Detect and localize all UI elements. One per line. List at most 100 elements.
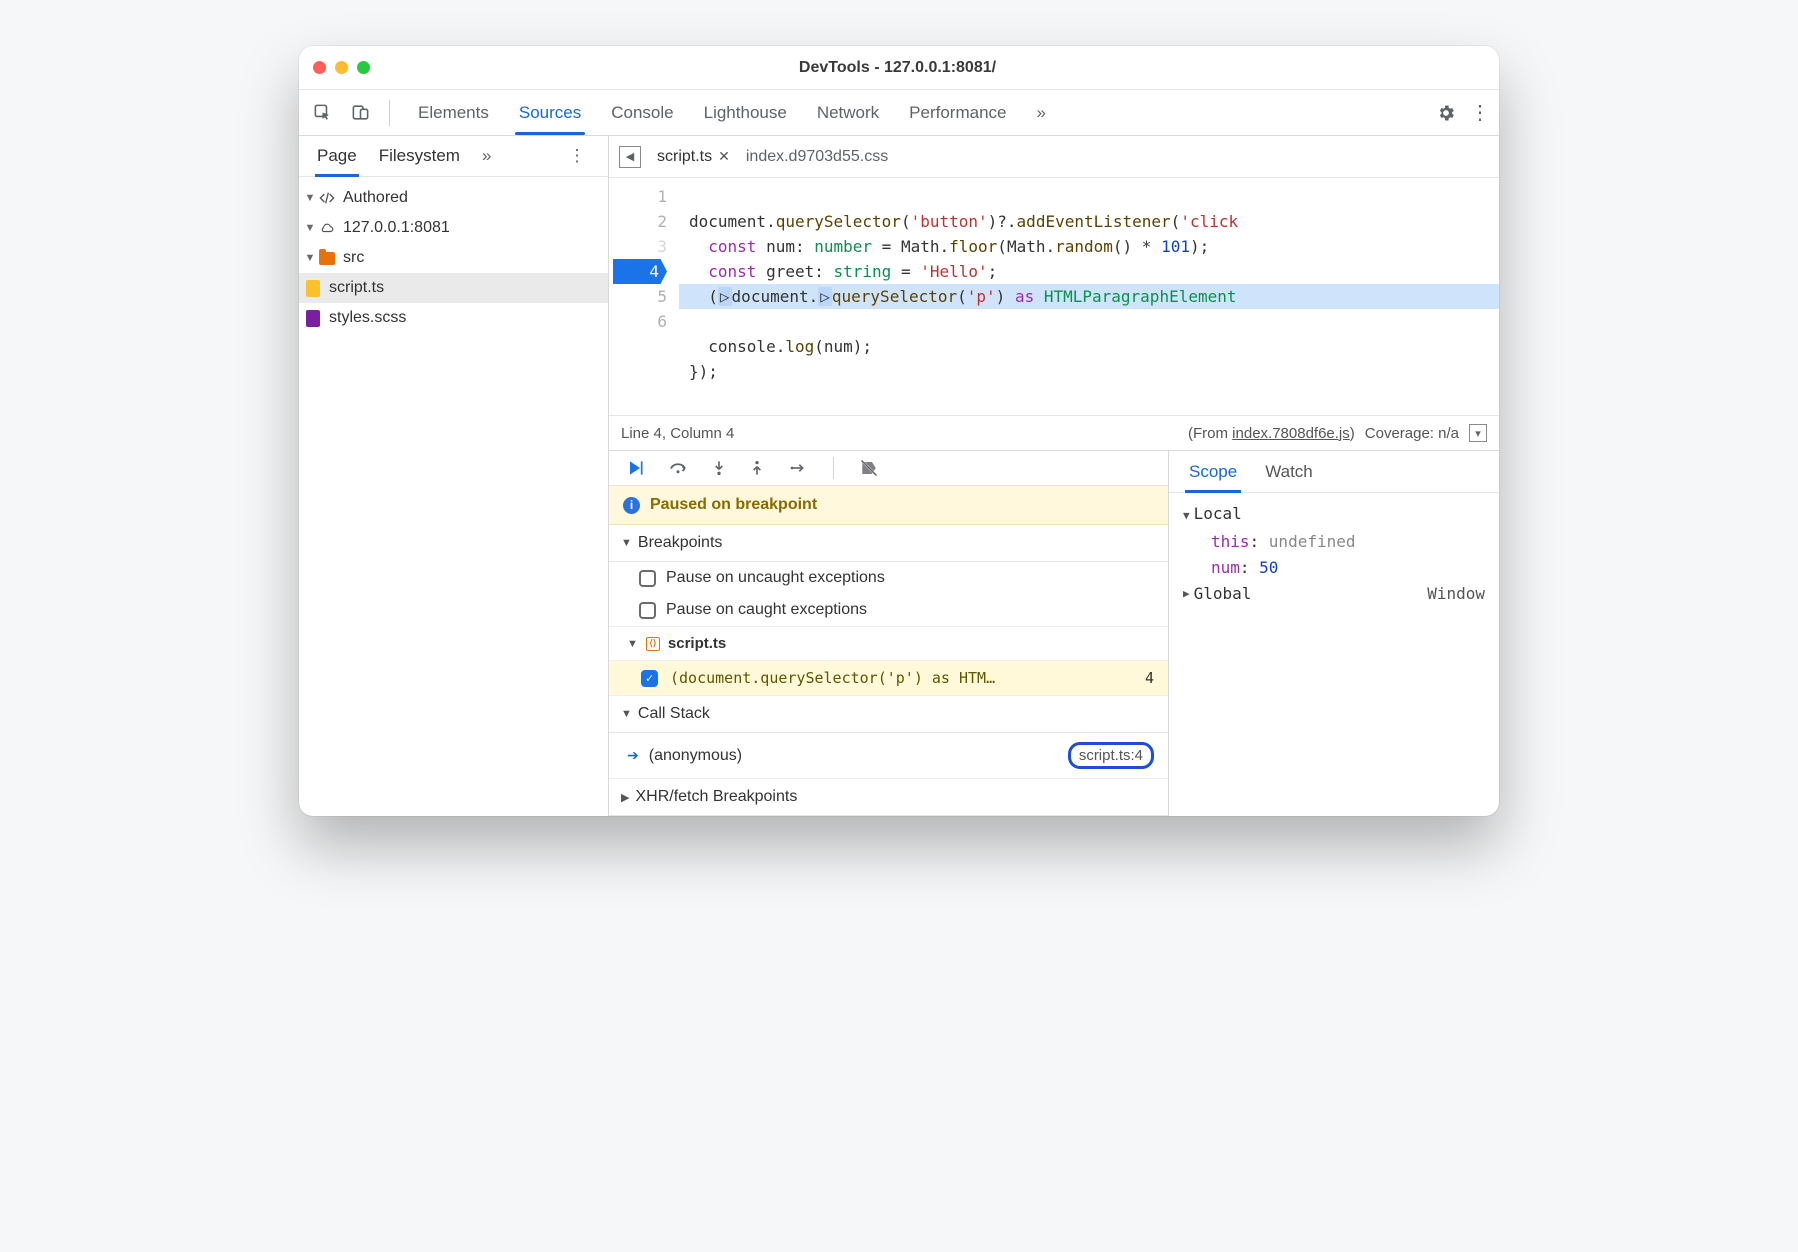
file-icon	[303, 278, 323, 298]
breakpoint-file-icon: ⟨⟩	[646, 637, 660, 651]
scope-num-value: 50	[1259, 558, 1278, 577]
gutter-line-1[interactable]: 1	[609, 184, 667, 209]
gutter-line-2[interactable]: 2	[609, 209, 667, 234]
devtools-window: DevTools - 127.0.0.1:8081/ Elements Sour…	[299, 46, 1499, 816]
tree-authored[interactable]: ▼ Authored	[299, 183, 608, 213]
coverage-toggle-icon[interactable]: ▾	[1469, 424, 1487, 442]
window-controls	[313, 61, 370, 74]
tree-folder-src[interactable]: ▼ src	[299, 243, 608, 273]
scope-this-label: this	[1211, 532, 1250, 551]
section-title-callstack: Call Stack	[638, 705, 710, 723]
pause-banner: i Paused on breakpoint	[609, 486, 1168, 525]
tree-file-script[interactable]: script.ts	[299, 273, 608, 303]
scope-tree[interactable]: ▼Local this: undefined num: 50 ▶GlobalWi…	[1169, 493, 1499, 615]
tree-file-styles[interactable]: styles.scss	[299, 303, 608, 333]
scope-global[interactable]: Global	[1194, 581, 1252, 607]
code-icon	[317, 188, 337, 208]
breakpoint-line-num: 4	[1145, 669, 1154, 687]
callstack-location[interactable]: script.ts:4	[1068, 742, 1154, 769]
coverage-label: Coverage: n/a	[1365, 425, 1459, 442]
sourcemap-info: (From index.7808df6e.js)	[1188, 425, 1355, 442]
nav-tab-filesystem[interactable]: Filesystem	[379, 146, 460, 166]
section-breakpoints[interactable]: ▼Breakpoints	[609, 525, 1168, 562]
editor-tab-label: script.ts	[657, 148, 712, 166]
editor-status-bar: Line 4, Column 4 (From index.7808df6e.js…	[609, 415, 1499, 451]
section-xhr-breakpoints[interactable]: ▶XHR/fetch Breakpoints	[609, 779, 1168, 816]
editor-tab-label-2: index.d9703d55.css	[746, 148, 888, 166]
folder-icon	[317, 248, 337, 268]
step-into-marker-icon: ▷	[718, 287, 732, 306]
step-icon[interactable]	[787, 460, 809, 476]
cloud-icon	[317, 218, 337, 238]
callstack-frame[interactable]: ➔ (anonymous) script.ts:4	[609, 733, 1168, 779]
tree-label-file1: script.ts	[329, 279, 384, 297]
close-window-button[interactable]	[313, 61, 326, 74]
gutter-line-3[interactable]: 3	[609, 234, 667, 259]
checkbox-breakpoint[interactable]: ✓	[641, 670, 658, 687]
close-tab-icon[interactable]: ✕	[718, 148, 730, 165]
tab-lighthouse[interactable]: Lighthouse	[704, 103, 787, 123]
scope-num-label: num	[1211, 558, 1240, 577]
resume-icon[interactable]	[625, 458, 645, 478]
breakpoint-file-header[interactable]: ▼ ⟨⟩ script.ts	[609, 627, 1168, 661]
tree-label-host: 127.0.0.1:8081	[343, 219, 450, 237]
checkbox-uncaught[interactable]	[639, 570, 656, 587]
kebab-menu-icon[interactable]: ⋮	[1470, 100, 1491, 125]
device-toolbar-icon[interactable]	[345, 98, 375, 128]
tab-console[interactable]: Console	[611, 103, 673, 123]
scope-watch-tabs: Scope Watch	[1169, 451, 1499, 493]
scope-local[interactable]: Local	[1194, 504, 1242, 523]
deactivate-breakpoints-icon[interactable]	[858, 459, 880, 477]
tree-host[interactable]: ▼ 127.0.0.1:8081	[299, 213, 608, 243]
scope-this-value: undefined	[1269, 532, 1356, 551]
window-title: DevTools - 127.0.0.1:8081/	[370, 59, 1425, 77]
tab-network[interactable]: Network	[817, 103, 879, 123]
section-title-breakpoints: Breakpoints	[638, 534, 723, 552]
file-tree: ▼ Authored ▼ 127.0.0.1:8081 ▼ src script…	[299, 176, 608, 333]
pause-caught-row[interactable]: Pause on caught exceptions	[609, 594, 1168, 627]
settings-icon[interactable]	[1436, 103, 1456, 123]
navigator-tabs: Page Filesystem » ⋮	[299, 136, 608, 176]
code-editor[interactable]: 1 2 3 4 5 6 document.querySelector('butt…	[609, 178, 1499, 415]
tab-scope[interactable]: Scope	[1189, 462, 1237, 482]
breakpoint-item[interactable]: ✓ (document.querySelector('p') as HTM… 4	[609, 661, 1168, 696]
editor-tab-active[interactable]: script.ts ✕	[657, 148, 730, 166]
current-frame-icon: ➔	[627, 747, 639, 764]
zoom-window-button[interactable]	[357, 61, 370, 74]
checkbox-caught[interactable]	[639, 602, 656, 619]
inspect-element-icon[interactable]	[307, 98, 337, 128]
tab-elements[interactable]: Elements	[418, 103, 489, 123]
file-icon	[303, 308, 323, 328]
editor-tabs: ◀ script.ts ✕ index.d9703d55.css	[609, 136, 1499, 178]
gutter-line-4-breakpoint[interactable]: 4	[609, 259, 667, 284]
line-gutter[interactable]: 1 2 3 4 5 6	[609, 178, 679, 415]
step-over-icon[interactable]	[667, 459, 689, 477]
minimize-window-button[interactable]	[335, 61, 348, 74]
tab-overflow[interactable]: »	[1037, 103, 1046, 123]
section-callstack[interactable]: ▼Call Stack	[609, 696, 1168, 733]
tab-watch[interactable]: Watch	[1265, 462, 1313, 482]
cursor-position: Line 4, Column 4	[621, 425, 734, 442]
navigator-pane: Page Filesystem » ⋮ ▼ Authored ▼ 127.0.0…	[299, 136, 609, 816]
step-into-marker-icon: ▷	[818, 287, 832, 306]
tree-label-file2: styles.scss	[329, 309, 406, 327]
tab-performance[interactable]: Performance	[909, 103, 1006, 123]
nav-overflow[interactable]: »	[482, 146, 491, 166]
nav-more-icon[interactable]: ⋮	[562, 146, 592, 166]
callstack-frame-label: (anonymous)	[649, 747, 742, 765]
step-out-icon[interactable]	[749, 458, 765, 478]
nav-tab-page[interactable]: Page	[317, 146, 357, 166]
editor-tab-inactive[interactable]: index.d9703d55.css	[746, 148, 888, 166]
gutter-line-6[interactable]: 6	[609, 309, 667, 334]
panel-tabs: Elements Sources Console Lighthouse Netw…	[404, 103, 1428, 123]
step-into-icon[interactable]	[711, 458, 727, 478]
pause-banner-text: Paused on breakpoint	[650, 496, 817, 514]
pause-uncaught-row[interactable]: Pause on uncaught exceptions	[609, 562, 1168, 594]
show-navigator-icon[interactable]: ◀	[619, 146, 641, 168]
gutter-line-5[interactable]: 5	[609, 284, 667, 309]
sourcemap-link[interactable]: index.7808df6e.js	[1232, 425, 1350, 442]
debugger-toolbar	[609, 451, 1168, 486]
pause-caught-label: Pause on caught exceptions	[666, 601, 867, 619]
tab-sources[interactable]: Sources	[519, 103, 581, 123]
code-area[interactable]: document.querySelector('button')?.addEve…	[679, 178, 1499, 415]
